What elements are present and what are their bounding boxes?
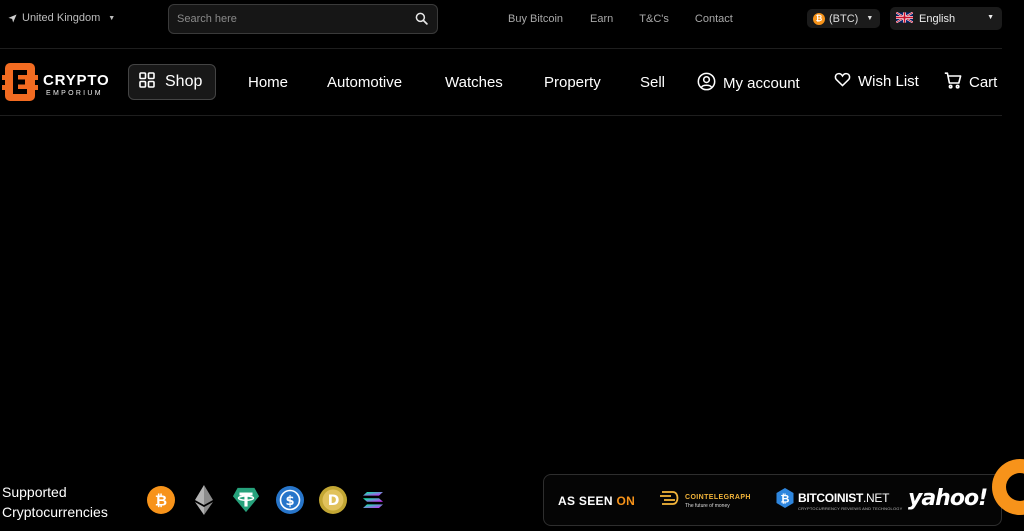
nav-divider — [0, 115, 1002, 116]
top-divider — [0, 48, 1002, 49]
language-label: English — [919, 12, 956, 25]
shop-label: Shop — [165, 73, 203, 90]
supported-cryptocurrencies-label: Supported Cryptocurrencies — [2, 484, 108, 520]
grid-icon — [139, 71, 155, 93]
nav-property[interactable]: Property — [544, 74, 601, 91]
search-input[interactable] — [177, 5, 407, 33]
language-selector[interactable]: English ▼ — [890, 7, 1002, 30]
bitcoinist-title: BITCOINIST — [798, 490, 863, 505]
as-seen-on-label: AS SEEN ON — [558, 494, 636, 508]
my-account-label: My account — [723, 75, 800, 92]
top-bar: United Kingdom ▼ Buy Bitcoin Earn T&C's … — [0, 0, 1024, 40]
chevron-down-icon: ▼ — [108, 14, 116, 22]
my-account-link[interactable]: My account — [697, 72, 800, 95]
wish-list-link[interactable]: Wish List — [834, 72, 919, 91]
user-icon — [697, 72, 716, 95]
logo-subtitle: EMPORIUM — [46, 89, 103, 97]
cointelegraph-subtitle: The future of money — [685, 503, 730, 509]
chevron-down-icon: ▼ — [987, 14, 994, 21]
bitcoinist-logo[interactable]: ₿ BITCOINIST.NET CRYPTOCURRENCY REVIEWS … — [776, 488, 902, 513]
nav-automotive[interactable]: Automotive — [327, 74, 402, 91]
currency-selector[interactable]: ₿ (BTC) ▼ — [807, 9, 880, 28]
svg-text:$: $ — [285, 494, 294, 509]
link-contact[interactable]: Contact — [695, 13, 733, 25]
nav-sell[interactable]: Sell — [640, 74, 665, 91]
cart-icon — [944, 72, 962, 93]
crypto-emporium-logo-icon — [2, 60, 38, 109]
svg-text:₿: ₿ — [781, 493, 790, 506]
uk-flag-icon — [895, 11, 914, 26]
bitcoin-small-icon: ₿ — [813, 12, 825, 25]
logo[interactable]: CRYPTO EMPORIUM — [2, 60, 109, 109]
cointelegraph-logo[interactable]: COINTELEGRAPH The future of money — [659, 489, 751, 514]
cointelegraph-icon — [659, 489, 681, 514]
search-box — [168, 4, 438, 34]
as-seen-on-panel: AS SEEN ON COINTELEGRAPH The future of m… — [543, 474, 1002, 526]
usd-coin-icon: $ — [276, 486, 304, 514]
currency-label: (BTC) — [829, 12, 859, 25]
search-icon[interactable] — [415, 12, 428, 30]
tether-icon — [232, 486, 260, 514]
link-earn[interactable]: Earn — [590, 13, 613, 25]
chevron-down-icon: ▼ — [866, 15, 874, 22]
link-terms[interactable]: T&C's — [639, 13, 669, 25]
bitcoinist-domain: .NET — [863, 490, 890, 505]
ethereum-icon — [190, 485, 218, 515]
country-label: United Kingdom — [22, 12, 101, 24]
cointelegraph-title: COINTELEGRAPH — [685, 494, 751, 501]
bitcoinist-icon: ₿ — [776, 488, 794, 513]
top-links: Buy Bitcoin Earn T&C's Contact — [508, 13, 733, 25]
heart-icon — [834, 72, 851, 91]
logo-title: CRYPTO — [43, 71, 110, 89]
chat-icon — [1006, 473, 1024, 501]
wish-list-label: Wish List — [858, 73, 919, 90]
cart-label: Cart — [969, 74, 998, 91]
shop-button[interactable]: Shop — [128, 64, 216, 100]
nav-home[interactable]: Home — [248, 74, 288, 91]
svg-text:D: D — [328, 493, 340, 509]
bitcoin-icon: ₿ — [147, 486, 175, 514]
svg-text:₿: ₿ — [155, 492, 167, 510]
bitcoinist-subtitle: CRYPTOCURRENCY REVIEWS AND TECHNOLOGY — [798, 505, 903, 511]
nav-watches[interactable]: Watches — [445, 74, 503, 91]
link-buy-bitcoin[interactable]: Buy Bitcoin — [508, 13, 563, 25]
cart-link[interactable]: Cart — [944, 72, 997, 93]
solana-icon — [359, 486, 387, 514]
yahoo-logo[interactable]: yahoo! — [908, 486, 988, 511]
dogecoin-icon: D — [319, 486, 347, 514]
country-selector[interactable]: United Kingdom ▼ — [8, 12, 115, 24]
location-arrow-icon — [8, 13, 17, 23]
